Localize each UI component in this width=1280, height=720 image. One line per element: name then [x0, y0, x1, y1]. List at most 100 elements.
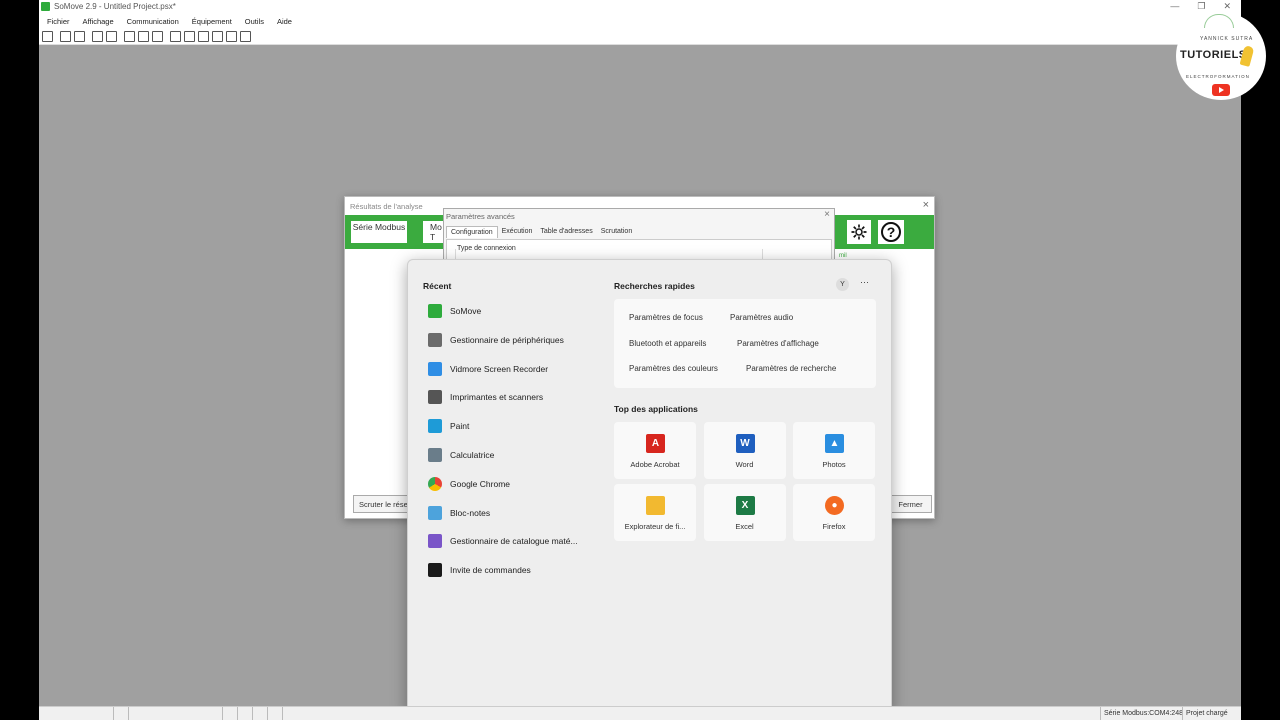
menu-aide[interactable]: Aide [277, 17, 292, 26]
transfer-icon[interactable] [212, 31, 223, 42]
upload-icon[interactable] [226, 31, 237, 42]
top-app-tile[interactable]: X Excel [703, 484, 786, 541]
recent-app-label: SoMove [450, 306, 482, 316]
close-icon[interactable]: × [824, 209, 830, 220]
quick-search-item[interactable]: Paramètres de focus [629, 313, 703, 322]
window-title: SoMove 2.9 - Untitled Project.psx* [54, 2, 176, 11]
recent-app-label: Bloc-notes [450, 507, 491, 518]
device-manager-icon [428, 332, 442, 347]
top-app-label: Firefox [822, 522, 846, 531]
recent-app-label: Gestionnaire de périphériques [450, 334, 564, 345]
print-icon[interactable] [152, 31, 163, 42]
top-app-label: Word [735, 460, 754, 469]
catalog-manager-icon [428, 534, 442, 549]
recent-app-item[interactable]: Google Chrome [428, 475, 510, 493]
advanced-dialog-title: Paramètres avancés [446, 212, 515, 221]
quick-search-item[interactable]: Paramètres des couleurs [629, 364, 718, 373]
connection-type-label: Type de connexion [457, 245, 516, 252]
avatar[interactable]: Y [836, 278, 849, 291]
recent-app-item[interactable]: Paint [428, 417, 469, 435]
file-explorer-icon [646, 496, 665, 515]
disconnect-icon[interactable] [184, 31, 195, 42]
recent-app-item[interactable]: Bloc-notes [428, 504, 490, 522]
import-icon[interactable] [124, 31, 135, 42]
close-button[interactable]: Fermer [889, 495, 932, 513]
quick-search-item[interactable]: Paramètres de recherche [746, 364, 836, 373]
scan-network-button[interactable]: Scruter le réseau [353, 495, 413, 513]
terminal-icon [428, 563, 442, 578]
recent-app-item[interactable]: Invite de commandes [428, 561, 531, 579]
video-recorder-icon [428, 361, 442, 376]
top-app-label: Adobe Acrobat [630, 460, 680, 469]
top-app-tile[interactable]: A Adobe Acrobat [614, 422, 696, 479]
connect-icon[interactable] [170, 31, 181, 42]
top-app-tile[interactable]: ● Firefox [793, 484, 875, 541]
quick-search-item[interactable]: Paramètres audio [730, 313, 793, 322]
serie-modbus-button[interactable]: Série Modbus [351, 221, 407, 243]
menu-affichage[interactable]: Affichage [83, 17, 114, 26]
mode-button[interactable]: Mo T [423, 221, 443, 243]
connection-status: Série Modbus:COM4:248 [1104, 710, 1183, 717]
recent-app-item[interactable]: Gestionnaire de périphériques [428, 331, 564, 349]
logo-brand: TUTORIELS [1180, 49, 1247, 61]
open-folder-icon[interactable] [74, 31, 85, 42]
desktop-screen: SoMove 2.9 - Untitled Project.psx* — ❐ ✕… [39, 0, 1241, 720]
save-as-icon[interactable] [106, 31, 117, 42]
tab-execution[interactable]: Exécution [498, 226, 537, 238]
tab-address-table[interactable]: Table d'adresses [536, 226, 596, 238]
menu-outils[interactable]: Outils [245, 17, 264, 26]
home-icon[interactable] [42, 31, 53, 42]
export-icon[interactable] [138, 31, 149, 42]
logo-arch-icon [1204, 14, 1234, 28]
quick-search-panel: Paramètres de focus Paramètres audio Blu… [614, 299, 876, 388]
recent-app-label: Invite de commandes [450, 565, 531, 576]
new-file-icon[interactable] [60, 31, 71, 42]
toolbar [39, 29, 1241, 45]
excel-icon: X [735, 496, 755, 515]
recent-app-item[interactable]: Calculatrice [428, 446, 494, 464]
top-app-tile[interactable]: ▲ Photos [793, 422, 875, 479]
logo-subtitle: ELECTROFORMATION [1186, 74, 1250, 79]
chrome-icon [428, 476, 442, 491]
quick-search-item[interactable]: Bluetooth et appareils [629, 339, 706, 348]
top-app-tile[interactable]: W Word [703, 422, 786, 479]
recent-app-item[interactable]: SoMove [428, 302, 481, 320]
somove-icon [428, 304, 442, 318]
project-status: Projet chargé [1186, 710, 1228, 717]
recent-app-label: Google Chrome [450, 478, 511, 489]
close-icon[interactable]: × [923, 199, 929, 211]
start-menu: Récent SoMove Gestionnaire de périphériqu… [407, 259, 892, 713]
recent-app-label: Calculatrice [450, 450, 495, 460]
printer-icon [428, 390, 442, 405]
help-icon[interactable]: ? [878, 220, 904, 244]
recent-heading: Récent [423, 281, 452, 291]
maximize-button[interactable]: ❐ [1197, 1, 1205, 12]
recent-app-label: Vidmore Screen Recorder [450, 363, 549, 374]
save-icon[interactable] [92, 31, 103, 42]
tab-scrutation[interactable]: Scrutation [597, 226, 637, 238]
acrobat-icon: A [646, 434, 665, 453]
notepad-icon [428, 505, 442, 520]
somove-app-icon [41, 2, 50, 11]
menu-fichier[interactable]: Fichier [47, 17, 70, 26]
recent-app-item[interactable]: Imprimantes et scanners [428, 388, 543, 406]
window-controls: — ❐ ✕ [1170, 1, 1231, 12]
photos-icon: ▲ [825, 434, 844, 453]
recent-app-item[interactable]: Vidmore Screen Recorder [428, 360, 548, 378]
top-app-tile[interactable]: Explorateur de fi... [614, 484, 696, 541]
menu-communication[interactable]: Communication [127, 17, 179, 26]
close-window-button[interactable]: ✕ [1223, 1, 1231, 12]
record-icon[interactable] [198, 31, 209, 42]
advanced-tabs: Configuration Exécution Table d'adresses… [446, 226, 636, 238]
menu-equipement[interactable]: Équipement [192, 17, 232, 26]
more-options-icon[interactable]: ··· [860, 277, 869, 287]
tab-configuration[interactable]: Configuration [446, 226, 498, 238]
quick-search-item[interactable]: Paramètres d'affichage [737, 339, 819, 348]
minimize-button[interactable]: — [1170, 1, 1179, 12]
quick-search-heading: Recherches rapides [614, 281, 695, 291]
recent-app-item[interactable]: Gestionnaire de catalogue maté... [428, 532, 578, 550]
word-icon: W [735, 434, 755, 453]
recent-app-label: Imprimantes et scanners [450, 392, 544, 403]
download-icon[interactable] [240, 31, 251, 42]
gear-icon[interactable] [847, 220, 871, 244]
